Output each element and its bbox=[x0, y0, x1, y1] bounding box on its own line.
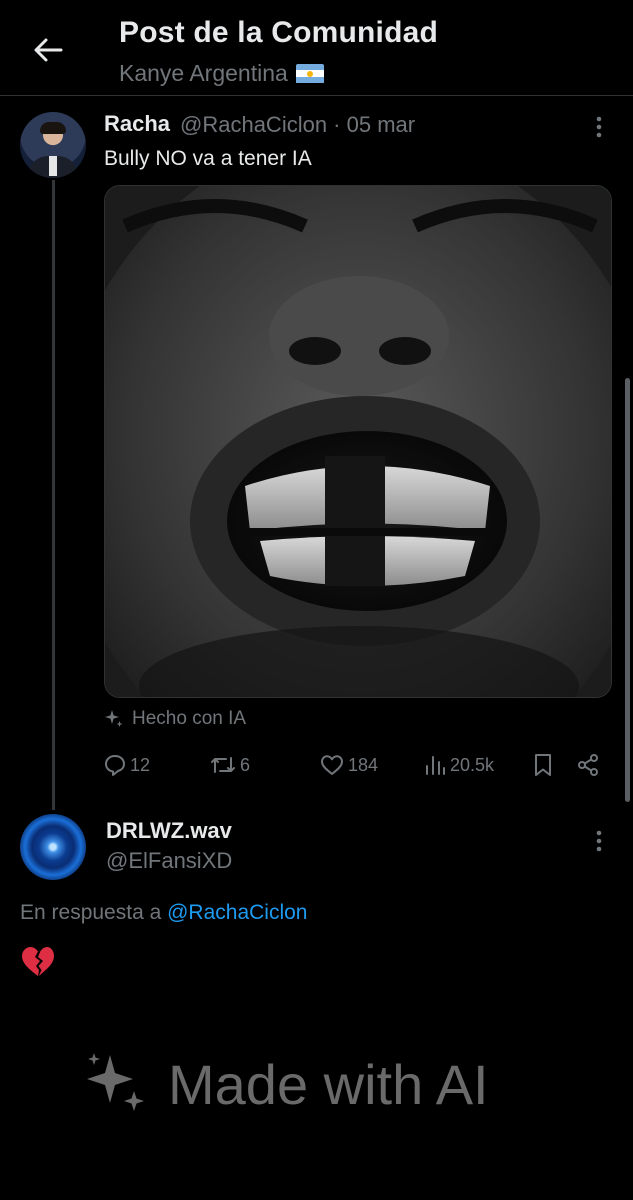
more-options-button[interactable] bbox=[586, 112, 612, 142]
page-title: Post de la Comunidad bbox=[119, 16, 439, 49]
author-name[interactable]: Racha bbox=[104, 111, 170, 137]
share-icon bbox=[578, 754, 598, 776]
repost-button[interactable]: 6 bbox=[210, 748, 250, 782]
bookmark-button[interactable] bbox=[532, 748, 554, 782]
avatar[interactable] bbox=[20, 112, 86, 178]
repost-count: 6 bbox=[240, 754, 251, 775]
back-arrow-icon bbox=[34, 38, 63, 62]
reply-count: 12 bbox=[130, 754, 151, 775]
more-vertical-icon bbox=[596, 116, 602, 138]
top-bar: Post de la Comunidad Kanye Argentina bbox=[0, 0, 633, 96]
share-button[interactable] bbox=[576, 748, 600, 782]
reply-author-handle[interactable]: @ElFansiXD bbox=[106, 848, 232, 874]
more-vertical-icon bbox=[596, 830, 602, 852]
reply-icon bbox=[105, 755, 125, 776]
community-name[interactable]: Kanye Argentina bbox=[119, 60, 324, 87]
reply-author-name[interactable]: DRLWZ.wav bbox=[106, 818, 232, 844]
watermark-text: Made with AI bbox=[168, 1052, 489, 1116]
reply-context: En respuesta a @RachaCiclon bbox=[20, 901, 308, 925]
views-icon bbox=[426, 756, 445, 775]
post-actions: 12 6 184 20.5k bbox=[104, 748, 604, 782]
community-label: Kanye Argentina bbox=[119, 60, 288, 86]
reply-prefix: En respuesta a bbox=[20, 901, 162, 924]
broken-heart-icon bbox=[20, 944, 56, 980]
sparkle-icon bbox=[87, 1053, 144, 1111]
like-button[interactable]: 184 bbox=[320, 748, 378, 782]
scrollbar[interactable] bbox=[625, 378, 630, 802]
author-handle[interactable]: @RachaCiclon · 05 mar bbox=[180, 112, 415, 138]
reply-more-options-button[interactable] bbox=[586, 826, 612, 856]
like-count: 184 bbox=[348, 754, 379, 775]
reply-avatar[interactable] bbox=[20, 814, 86, 880]
made-with-ai-watermark: Made with AI bbox=[82, 1048, 489, 1120]
reply-button[interactable]: 12 bbox=[104, 748, 150, 782]
sparkle-icon bbox=[105, 710, 123, 727]
ai-label-text: Hecho con IA bbox=[132, 708, 247, 729]
bookmark-icon bbox=[535, 754, 551, 776]
flag-argentina-icon bbox=[295, 63, 324, 84]
post-text: Bully NO va a tener IA bbox=[104, 147, 312, 170]
views-count: 20.5k bbox=[450, 754, 495, 775]
repost-icon bbox=[211, 757, 235, 773]
thread-line bbox=[52, 180, 55, 810]
like-icon bbox=[321, 755, 343, 775]
reply-mention-link[interactable]: @RachaCiclon bbox=[167, 901, 307, 924]
views-button[interactable]: 20.5k bbox=[424, 748, 494, 782]
post-image[interactable] bbox=[104, 185, 612, 698]
ai-generated-label[interactable]: Hecho con IA bbox=[104, 708, 246, 730]
back-button[interactable] bbox=[28, 30, 68, 70]
